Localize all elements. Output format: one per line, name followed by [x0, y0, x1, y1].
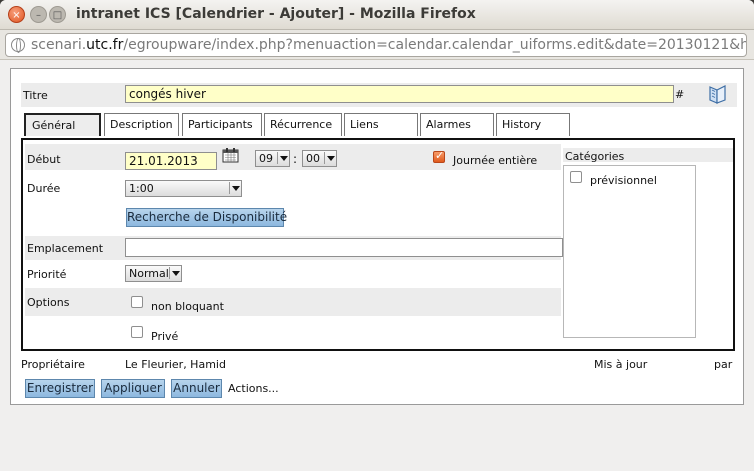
priority-value: Normal — [129, 267, 169, 280]
start-date-input[interactable]: 21.01.2013 — [125, 152, 217, 170]
calendar-edit-form: Titre congés hiver # Général Description… — [10, 68, 744, 405]
by-label: par — [714, 358, 733, 371]
tab-description[interactable]: Description — [104, 113, 179, 136]
hash-mark: # — [675, 88, 685, 101]
tab-general-label: Général — [32, 119, 76, 132]
tab-links-label: Liens — [350, 118, 379, 131]
availability-search-button[interactable]: Recherche de Disponibilité — [126, 208, 287, 227]
start-label: Début — [27, 153, 61, 166]
tab-participants[interactable]: Participants — [182, 113, 262, 136]
duration-select[interactable]: 1:00 — [125, 180, 242, 197]
tab-links[interactable]: Liens — [344, 113, 418, 136]
categories-list[interactable]: prévisionnel — [563, 165, 696, 338]
options-row-band — [25, 288, 561, 316]
start-hour-value: 09 — [259, 152, 273, 165]
chevron-down-icon — [324, 152, 335, 164]
updated-label: Mis à jour — [594, 358, 648, 371]
priority-select[interactable]: Normal — [125, 265, 182, 282]
bookmark-icon[interactable] — [707, 83, 729, 105]
url-text: scenari.utc.fr/egroupware/index.php?menu… — [31, 37, 747, 53]
location-label: Emplacement — [27, 242, 104, 255]
navigation-bar: scenari.utc.fr/egroupware/index.php?menu… — [0, 30, 754, 60]
save-button[interactable]: Enregistrer — [25, 379, 95, 398]
close-window-icon[interactable]: × — [8, 6, 25, 23]
url-field[interactable]: scenari.utc.fr/egroupware/index.php?menu… — [5, 33, 747, 57]
actions-menu[interactable]: Actions... — [228, 382, 279, 395]
tab-recurrence[interactable]: Récurrence — [264, 113, 342, 136]
private-label: Privé — [151, 330, 179, 343]
browser-window: × – □ intranet ICS [Calendrier - Ajouter… — [0, 0, 754, 471]
category-label: prévisionnel — [590, 174, 657, 187]
priority-label: Priorité — [27, 268, 67, 281]
title-bar: × – □ intranet ICS [Calendrier - Ajouter… — [0, 0, 754, 30]
calendar-icon[interactable] — [222, 147, 240, 163]
tab-alarms[interactable]: Alarmes — [420, 113, 494, 136]
location-input[interactable] — [125, 238, 563, 257]
owner-value: Le Fleurier, Hamid — [125, 358, 226, 371]
options-label: Options — [27, 296, 70, 309]
categories-label: Catégories — [565, 150, 625, 163]
globe-icon — [11, 38, 25, 53]
start-minute-value: 00 — [306, 152, 320, 165]
maximize-window-icon[interactable]: □ — [49, 6, 66, 23]
whole-day-label: Journée entière — [453, 154, 538, 167]
private-checkbox[interactable] — [131, 326, 143, 338]
tab-history-label: History — [502, 118, 542, 131]
general-tab-panel: Début 21.01.2013 09 : 00 Journée entière… — [21, 138, 735, 351]
non-blocking-checkbox[interactable] — [131, 296, 143, 308]
start-hour-select[interactable]: 09 — [255, 150, 290, 167]
tab-history[interactable]: History — [496, 113, 570, 136]
time-separator: : — [293, 152, 298, 166]
title-input[interactable]: congés hiver — [125, 85, 674, 103]
duration-label: Durée — [27, 182, 61, 195]
chevron-down-icon — [169, 267, 180, 279]
category-checkbox[interactable] — [570, 171, 582, 183]
non-blocking-label: non bloquant — [151, 300, 224, 313]
title-label: Titre — [23, 89, 48, 102]
chevron-down-icon — [229, 182, 240, 194]
chevron-down-icon — [277, 152, 288, 164]
tab-participants-label: Participants — [188, 118, 253, 131]
tab-general[interactable]: Général — [24, 113, 101, 136]
cancel-button[interactable]: Annuler — [171, 379, 222, 398]
duration-value: 1:00 — [129, 182, 154, 195]
url-domain: utc.fr — [86, 37, 124, 53]
owner-label: Propriétaire — [21, 358, 85, 371]
minimize-window-icon[interactable]: – — [30, 6, 47, 23]
whole-day-checkbox[interactable] — [433, 149, 445, 163]
apply-button[interactable]: Appliquer — [101, 379, 165, 398]
url-prefix: scenari. — [31, 37, 87, 53]
start-minute-select[interactable]: 00 — [302, 150, 337, 167]
tab-alarms-label: Alarmes — [426, 118, 471, 131]
url-path: /egroupware/index.php?menuaction=calenda… — [123, 37, 747, 53]
tab-recurrence-label: Récurrence — [270, 118, 333, 131]
window-title: intranet ICS [Calendrier - Ajouter] - Mo… — [76, 6, 476, 22]
tab-description-label: Description — [110, 118, 173, 131]
